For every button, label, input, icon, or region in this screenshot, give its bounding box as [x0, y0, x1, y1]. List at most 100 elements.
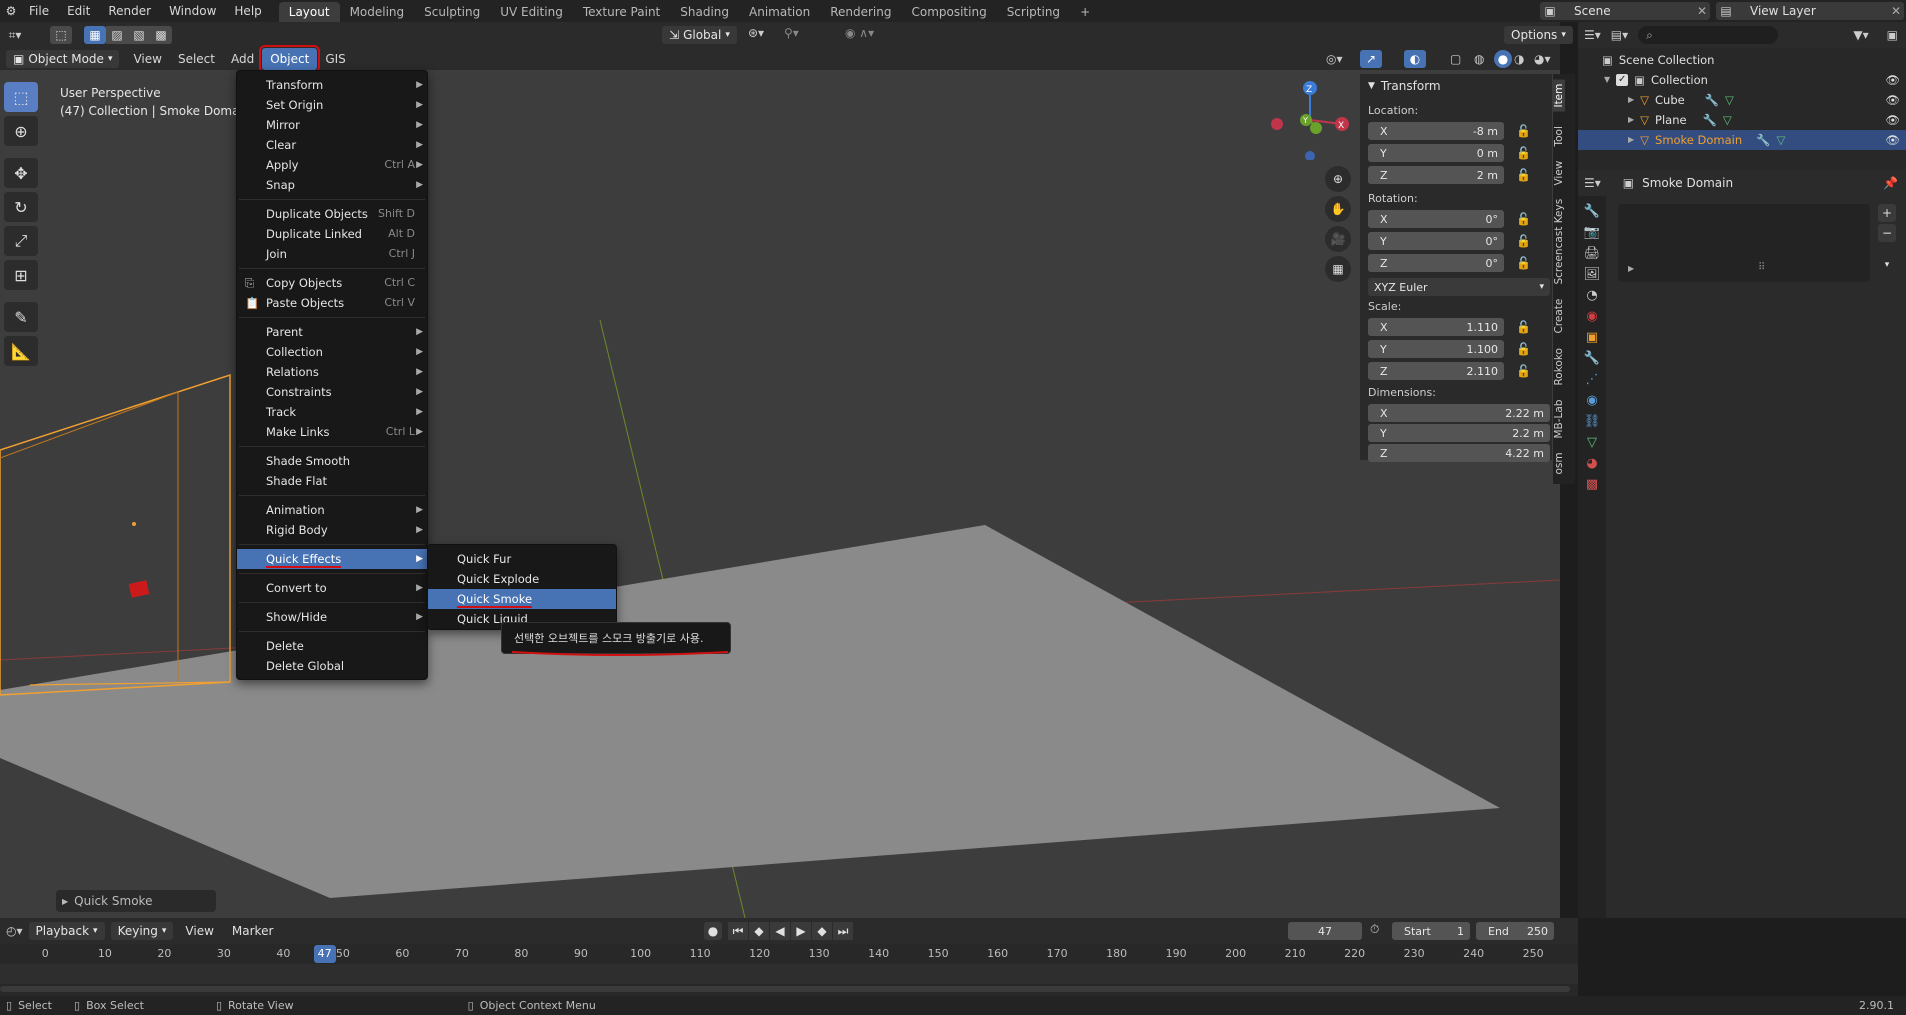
object-properties-icon[interactable]: ▣	[1586, 330, 1598, 345]
menu-item-shade-flat[interactable]: Shade Flat	[237, 471, 427, 491]
location-y-field[interactable]: Y0 m	[1368, 144, 1504, 162]
timeline-ruler[interactable]: 0 10 20 30 40 50 60 70 80 90 100 110 120 130 140 150 160…	[0, 944, 1578, 996]
menu-item-duplicate-linked[interactable]: Duplicate Linked Alt D	[237, 224, 427, 244]
select-extend-icon[interactable]: ▨	[106, 26, 128, 44]
visibility-icon[interactable]: ◎▾	[1326, 52, 1343, 66]
rotate-tool[interactable]: ↻	[4, 192, 38, 222]
scene-selector[interactable]: ▣ Scene ✕	[1540, 2, 1710, 20]
play-icon[interactable]: ▶	[791, 922, 811, 940]
xray-icon[interactable]: ▢	[1450, 52, 1461, 66]
remove-icon[interactable]: −	[1878, 224, 1896, 242]
menu-item-relations[interactable]: Relations ▶	[237, 362, 427, 382]
tab-item[interactable]: Item	[1553, 80, 1565, 112]
wireframe-shading-icon[interactable]: ◍	[1474, 52, 1484, 66]
mesh-data-icon[interactable]: ▽	[1725, 90, 1734, 110]
jump-end-icon[interactable]: ⏭	[833, 922, 853, 940]
tab-compositing[interactable]: Compositing	[901, 2, 996, 22]
outliner-row-plane[interactable]: ▶ ▽ Plane 🔧 ▽ 👁	[1578, 110, 1906, 130]
select-mode-icon[interactable]: ⬚	[50, 26, 72, 44]
lock-icon[interactable]: 🔓	[1516, 124, 1531, 138]
menu-item-delete[interactable]: Delete	[237, 636, 427, 656]
eye-icon[interactable]: 👁	[1885, 130, 1900, 150]
menu-item-quick-fur[interactable]: Quick Fur	[428, 549, 616, 569]
output-icon[interactable]: 🖨	[1584, 246, 1601, 261]
prev-keyframe-icon[interactable]: ◆	[749, 922, 769, 940]
end-frame-field[interactable]: End 250	[1476, 922, 1554, 940]
outliner-row-smoke-domain[interactable]: ▶ ▽ Smoke Domain 🔧 ▽ 👁	[1578, 130, 1906, 150]
rotation-mode-dropdown[interactable]: XYZ Euler ▾	[1368, 278, 1550, 296]
tab-uv-editing[interactable]: UV Editing	[490, 2, 573, 22]
tab-sculpting[interactable]: Sculpting	[414, 2, 490, 22]
lock-icon[interactable]: 🔓	[1516, 364, 1531, 378]
proportional-editing-icon[interactable]: ◉ ∧▾	[845, 26, 874, 40]
dimensions-x-field[interactable]: X 2.22 m	[1368, 404, 1550, 422]
menu-item-mirror[interactable]: Mirror ▶	[237, 115, 427, 135]
close-icon[interactable]: ✕	[1694, 4, 1710, 18]
lock-icon[interactable]: 🔓	[1516, 212, 1531, 226]
tab-rendering[interactable]: Rendering	[820, 2, 901, 22]
menu-item-make-links[interactable]: Make Links Ctrl L ▶	[237, 422, 427, 442]
pan-hand-icon[interactable]: ✋	[1325, 196, 1351, 222]
stopwatch-icon[interactable]: ⏱	[1370, 922, 1379, 937]
keying-dropdown[interactable]: Keying ▾	[110, 922, 174, 940]
close-icon[interactable]: ✕	[1888, 4, 1904, 18]
gizmo-toggle-icon[interactable]: ↗	[1360, 50, 1382, 68]
chevron-down-icon[interactable]: ▾	[1878, 256, 1896, 274]
tab-modeling[interactable]: Modeling	[340, 2, 415, 22]
scale-z-field[interactable]: Z 2.110	[1368, 362, 1504, 380]
menu-item-animation[interactable]: Animation ▶	[237, 500, 427, 520]
eye-icon[interactable]: 👁	[1885, 90, 1900, 110]
menu-gis[interactable]: GIS	[317, 48, 353, 70]
mesh-data-icon[interactable]: ▽	[1777, 130, 1786, 150]
display-mode-icon[interactable]: ▤▾	[1611, 28, 1628, 42]
menu-item-quick-smoke[interactable]: Quick Smoke	[428, 589, 616, 609]
measure-tool[interactable]: 📐	[4, 336, 38, 366]
outliner-editor-icon[interactable]: ☰▾	[1584, 28, 1601, 42]
world-icon[interactable]: ◉	[1586, 309, 1597, 324]
object-mode-dropdown[interactable]: ▣ Object Mode ▾	[6, 50, 120, 68]
playback-dropdown[interactable]: Playback ▾	[28, 922, 105, 940]
tab-scripting[interactable]: Scripting	[997, 2, 1070, 22]
lock-icon[interactable]: 🔓	[1516, 320, 1531, 334]
view-layer-selector[interactable]: ▤ View Layer ✕	[1716, 2, 1904, 20]
filter-icon[interactable]: ▼▾	[1853, 28, 1868, 42]
lock-icon[interactable]: 🔓	[1516, 234, 1531, 248]
menu-item-parent[interactable]: Parent ▶	[237, 322, 427, 342]
dimensions-y-field[interactable]: Y 2.2 m	[1368, 424, 1550, 442]
menu-item-quick-explode[interactable]: Quick Explode	[428, 569, 616, 589]
properties-editor-icon[interactable]: ☰▾	[1584, 176, 1601, 190]
outliner-row-scene-collection[interactable]: ▣ Scene Collection	[1578, 50, 1906, 70]
menu-window[interactable]: Window	[160, 0, 225, 22]
transform-tool[interactable]: ⊞	[4, 260, 38, 290]
blender-logo-icon[interactable]: ⚙	[2, 4, 20, 18]
select-intersect-icon[interactable]: ▩	[150, 26, 172, 44]
menu-item-shade-smooth[interactable]: Shade Smooth	[237, 451, 427, 471]
menu-item-delete-global[interactable]: Delete Global	[237, 656, 427, 676]
menu-item-constraints[interactable]: Constraints ▶	[237, 382, 427, 402]
outliner-row-collection[interactable]: ▼ ✓ ▣ Collection 👁	[1578, 70, 1906, 90]
data-icon[interactable]: ▽	[1587, 435, 1597, 450]
lock-icon[interactable]: 🔓	[1516, 146, 1531, 160]
jump-start-icon[interactable]: ⏮	[728, 922, 748, 940]
tab-layout[interactable]: Layout	[278, 2, 340, 22]
tool-settings-icon[interactable]: 🔧	[1584, 204, 1600, 219]
location-x-field[interactable]: X -8 m	[1368, 122, 1504, 140]
lock-icon[interactable]: 🔓	[1516, 168, 1531, 182]
rotation-y-field[interactable]: Y 0°	[1368, 232, 1504, 250]
lock-icon[interactable]: 🔓	[1516, 342, 1531, 356]
tab-mb-lab[interactable]: MB-Lab	[1553, 399, 1565, 438]
menu-item-show-hide[interactable]: Show/Hide ▶	[237, 607, 427, 627]
physics-icon[interactable]: ◉	[1586, 393, 1597, 408]
move-tool[interactable]: ✥	[4, 158, 38, 188]
overlays-icon[interactable]: ◐	[1404, 50, 1426, 68]
current-frame-field[interactable]: 47	[1288, 922, 1362, 940]
menu-add[interactable]: Add	[223, 48, 262, 70]
cursor-tool[interactable]: ⊕	[4, 116, 38, 146]
new-collection-icon[interactable]: ▣	[1887, 28, 1898, 42]
menu-item-convert-to[interactable]: Convert to ▶	[237, 578, 427, 598]
render-icon[interactable]: 📷	[1584, 225, 1600, 240]
rotation-z-field[interactable]: Z 0°	[1368, 254, 1504, 272]
select-box-icon[interactable]: ▦	[84, 26, 106, 44]
zoom-icon[interactable]: ⊕	[1325, 166, 1351, 192]
scale-x-field[interactable]: X 1.110	[1368, 318, 1504, 336]
